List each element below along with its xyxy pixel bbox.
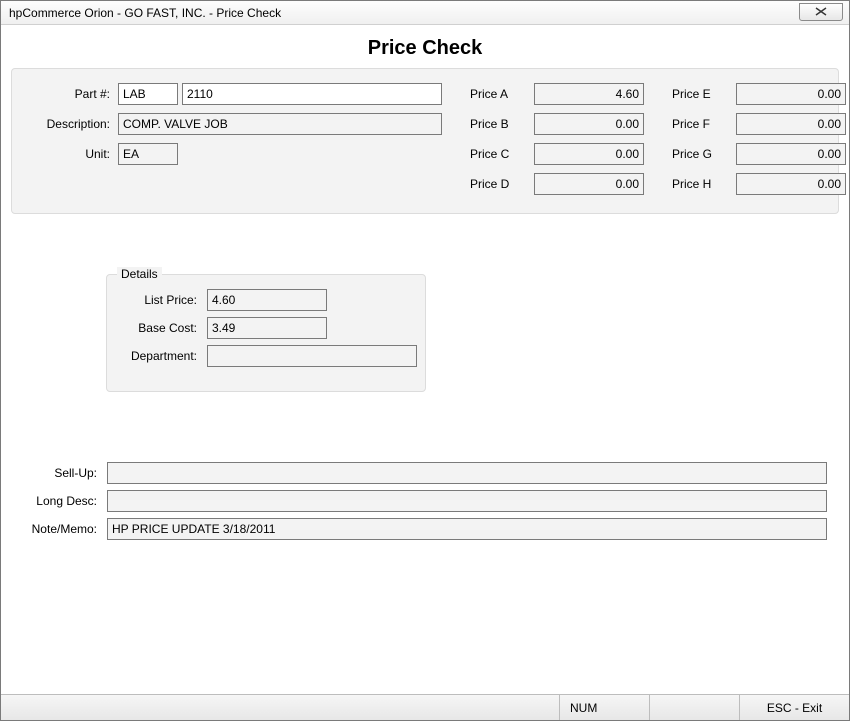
price-d-value: 0.00 <box>534 173 644 195</box>
price-b-value: 0.00 <box>534 113 644 135</box>
price-b-label: Price B <box>470 117 530 131</box>
price-c-label: Price C <box>470 147 530 161</box>
base-cost-value: 3.49 <box>207 317 327 339</box>
list-price-value: 4.60 <box>207 289 327 311</box>
long-desc-label: Long Desc: <box>11 494 101 508</box>
base-cost-label: Base Cost: <box>121 321 201 335</box>
unit-label: Unit: <box>24 147 114 161</box>
details-legend: Details <box>117 267 162 281</box>
window-title: hpCommerce Orion - GO FAST, INC. - Price… <box>9 6 281 20</box>
top-panel: Part #: Price A 4.60 Price E 0.00 Descri… <box>11 68 839 214</box>
price-d-label: Price D <box>470 177 530 191</box>
price-c-value: 0.00 <box>534 143 644 165</box>
unit-value: EA <box>118 143 178 165</box>
close-icon <box>815 5 827 19</box>
close-button[interactable] <box>799 3 843 21</box>
notes-block: Sell-Up: Long Desc: Note/Memo: HP PRICE … <box>11 462 839 546</box>
exit-button[interactable]: ESC - Exit <box>739 695 849 720</box>
status-num: NUM <box>559 695 649 720</box>
sell-up-label: Sell-Up: <box>11 466 101 480</box>
price-g-value: 0.00 <box>736 143 846 165</box>
long-desc-value <box>107 490 827 512</box>
status-spacer <box>1 695 559 720</box>
price-f-value: 0.00 <box>736 113 846 135</box>
note-memo-value: HP PRICE UPDATE 3/18/2011 <box>107 518 827 540</box>
description-label: Description: <box>24 117 114 131</box>
price-h-value: 0.00 <box>736 173 846 195</box>
client-area: Price Check Part #: Price A 4.60 Price E… <box>1 25 849 694</box>
price-h-label: Price H <box>672 177 732 191</box>
sell-up-value <box>107 462 827 484</box>
note-memo-label: Note/Memo: <box>11 522 101 536</box>
status-empty <box>649 695 739 720</box>
part-prefix-input[interactable] <box>118 83 178 105</box>
price-f-label: Price F <box>672 117 732 131</box>
statusbar: NUM ESC - Exit <box>1 694 849 720</box>
price-a-value: 4.60 <box>534 83 644 105</box>
list-price-label: List Price: <box>121 293 201 307</box>
details-fieldset: Details List Price: 4.60 Base Cost: 3.49… <box>106 274 426 392</box>
price-e-label: Price E <box>672 87 732 101</box>
price-e-value: 0.00 <box>736 83 846 105</box>
part-number-label: Part #: <box>24 87 114 101</box>
app-window: hpCommerce Orion - GO FAST, INC. - Price… <box>0 0 850 721</box>
page-title: Price Check <box>11 37 839 60</box>
department-label: Department: <box>121 349 201 363</box>
part-number-input[interactable] <box>182 83 442 105</box>
price-a-label: Price A <box>470 87 530 101</box>
description-value: COMP. VALVE JOB <box>118 113 442 135</box>
price-g-label: Price G <box>672 147 732 161</box>
top-grid: Part #: Price A 4.60 Price E 0.00 Descri… <box>24 83 826 195</box>
titlebar: hpCommerce Orion - GO FAST, INC. - Price… <box>1 1 849 25</box>
department-value <box>207 345 417 367</box>
